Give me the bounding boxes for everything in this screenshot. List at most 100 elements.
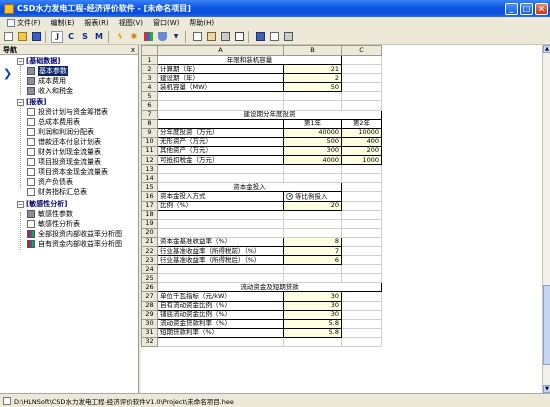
row-number[interactable]: 31: [141, 327, 158, 338]
grid-cell-c[interactable]: 400: [341, 136, 382, 147]
row-number[interactable]: 8: [141, 118, 158, 129]
row-number[interactable]: 24: [141, 264, 158, 275]
row-number[interactable]: 6: [141, 100, 158, 111]
grid-cell-c[interactable]: [341, 91, 382, 102]
grid-cell-c[interactable]: [341, 291, 382, 302]
grid-cell-c[interactable]: [341, 200, 382, 211]
grid-cell-a[interactable]: 分年度投资（万元）: [157, 127, 284, 138]
edit-icon[interactable]: [268, 31, 280, 43]
nav-item-sensitivity-table[interactable]: 敏感性分析表: [27, 219, 80, 229]
section-header-cell[interactable]: 建设期分年度投资: [157, 109, 382, 120]
grid-cell-b[interactable]: 30: [283, 300, 342, 311]
grid-cell-c[interactable]: 1000: [341, 155, 382, 166]
grid-cell-a[interactable]: 建设期（年）: [157, 73, 284, 84]
row-number[interactable]: 27: [141, 291, 158, 302]
grid-cell-c[interactable]: [341, 318, 382, 329]
nav-item-report-profit[interactable]: 利润和利润分配表: [27, 127, 94, 137]
nav-item-income-tax[interactable]: 收入和税金: [27, 86, 73, 96]
save-icon[interactable]: [30, 31, 42, 43]
grid-cell-b[interactable]: 50: [283, 82, 342, 93]
nav-group-basic[interactable]: − [基础数据]: [17, 56, 60, 66]
row-number[interactable]: 9: [141, 127, 158, 138]
grid-cell-a[interactable]: 行业基准收益率（所得税后）（%）: [157, 255, 284, 266]
grid-cell-b[interactable]: 20: [283, 200, 342, 211]
grid-cell-a[interactable]: [157, 209, 284, 220]
row-number[interactable]: 29: [141, 309, 158, 320]
grid-cell-c[interactable]: [341, 273, 382, 284]
row-number[interactable]: 5: [141, 91, 158, 102]
menu-window[interactable]: 窗口(W): [150, 18, 182, 28]
nav-item-irr-own-chart[interactable]: 自有资金内部收益率分析图: [27, 239, 122, 249]
grid-cell-b[interactable]: [283, 209, 342, 220]
grid-cell-b[interactable]: 4000: [283, 155, 342, 166]
corner-cell[interactable]: [141, 45, 158, 56]
grid-cell-b[interactable]: 30: [283, 291, 342, 302]
menu-view[interactable]: 视图(V): [116, 18, 146, 28]
grid-cell-b[interactable]: [283, 164, 342, 175]
column-header-c[interactable]: C: [341, 45, 382, 56]
grid-cell-b[interactable]: 等比例投入: [283, 191, 342, 202]
grid-cell-b[interactable]: 500: [283, 136, 342, 147]
grid-cell-b[interactable]: [283, 173, 342, 184]
grid-cell-a[interactable]: 比例（%）: [157, 200, 284, 211]
collapse-icon[interactable]: −: [17, 98, 24, 106]
row-number[interactable]: 11: [141, 145, 158, 157]
lightning-icon[interactable]: ϟ: [114, 31, 126, 43]
row-number[interactable]: 7: [141, 109, 158, 120]
grid-cell-a[interactable]: 无形资产（万元）: [157, 136, 284, 147]
grid-cell-c[interactable]: [341, 218, 382, 229]
grid-cell-c[interactable]: [341, 336, 382, 348]
menu-file[interactable]: 文件(F): [4, 18, 44, 28]
nav-item-basic-params[interactable]: 基本参数: [27, 66, 68, 76]
grid-cell-c[interactable]: [341, 300, 382, 311]
grid-cell-c[interactable]: [341, 255, 382, 266]
paste-icon[interactable]: [205, 31, 217, 43]
grid-cell-b[interactable]: 5.8: [283, 318, 342, 329]
grid-cell-b[interactable]: 300: [283, 145, 342, 157]
row-number[interactable]: 20: [141, 227, 158, 238]
toolbar-letter-s[interactable]: S: [79, 31, 91, 43]
new-icon[interactable]: [2, 31, 14, 43]
row-number[interactable]: 19: [141, 218, 158, 229]
grid-cell-c[interactable]: [341, 73, 382, 84]
collapse-icon[interactable]: −: [17, 57, 24, 65]
nav-item-report-finance-cashflow[interactable]: 财务计划现金流量表: [27, 147, 101, 157]
grid-cell-a[interactable]: [157, 100, 284, 111]
table-icon[interactable]: [233, 31, 245, 43]
copy-icon[interactable]: [191, 31, 203, 43]
grid-cell-c[interactable]: [341, 164, 382, 175]
menu-edit[interactable]: 编制(E): [48, 18, 78, 28]
grid-cell-b[interactable]: 5.8: [283, 327, 342, 338]
column-header-b[interactable]: B: [283, 45, 342, 56]
row-number[interactable]: 12: [141, 155, 158, 166]
nav-item-report-summary[interactable]: 财务指标汇总表: [27, 187, 87, 197]
open-icon[interactable]: [16, 31, 28, 43]
grid-cell-a[interactable]: [157, 91, 284, 102]
grid-cell-b[interactable]: [283, 227, 342, 238]
row-number[interactable]: 26: [141, 282, 158, 293]
grid-cell-b[interactable]: 2: [283, 73, 342, 84]
grid-cell-c[interactable]: [341, 264, 382, 275]
row-number[interactable]: 30: [141, 318, 158, 329]
nav-item-irr-total-chart[interactable]: 全部投资内部收益率分析图: [27, 229, 122, 239]
nav-item-report-total-cost[interactable]: 总成本费用表: [27, 117, 80, 127]
star-icon[interactable]: ✱: [128, 31, 140, 43]
toolbar-letter-c[interactable]: C: [65, 31, 77, 43]
row-number[interactable]: 32: [141, 336, 158, 348]
nav-close-icon[interactable]: x: [131, 46, 135, 54]
grid-cell-a[interactable]: 自有流动资金比例（%）: [157, 300, 284, 311]
dropdown-icon[interactable]: ▼: [170, 31, 182, 43]
book-icon[interactable]: [254, 31, 266, 43]
grid-cell-c[interactable]: [341, 64, 382, 75]
grid-cell-a[interactable]: [157, 118, 284, 129]
nav-item-report-loan[interactable]: 借款还本付息计划表: [27, 137, 101, 147]
menu-report[interactable]: 报表(R): [81, 18, 111, 28]
maximize-button[interactable]: □: [520, 2, 533, 15]
shield-icon[interactable]: [156, 31, 168, 43]
grid-cell-a[interactable]: 计算期（年）: [157, 64, 284, 75]
vertical-scrollbar[interactable]: ▲ ▼: [542, 45, 550, 393]
grid-cell-a[interactable]: [157, 164, 284, 175]
nav-item-sensitivity-params[interactable]: 敏感性参数: [27, 209, 73, 219]
grid-cell-b[interactable]: [283, 273, 342, 284]
row-number[interactable]: 22: [141, 245, 158, 257]
